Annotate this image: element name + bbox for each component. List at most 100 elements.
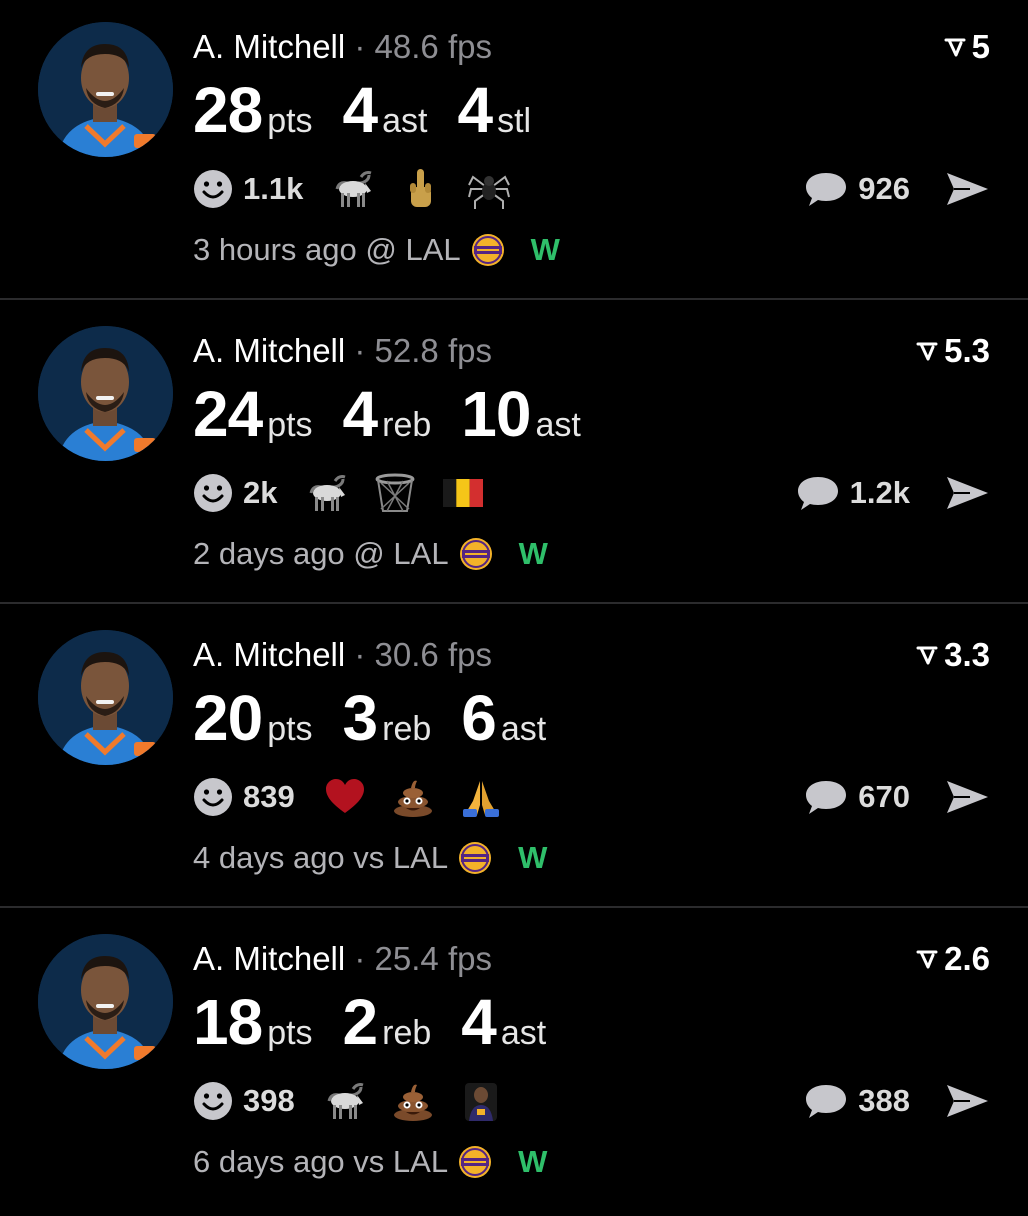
spider-emoji[interactable] (467, 167, 511, 211)
comment-icon[interactable] (804, 1081, 848, 1121)
comment-count[interactable]: 926 (858, 171, 910, 207)
player-avatar[interactable] (38, 22, 173, 157)
smiley-icon[interactable] (193, 777, 233, 817)
opponent-name: LAL (392, 1144, 449, 1179)
share-icon[interactable] (944, 169, 990, 209)
share-icon[interactable] (944, 777, 990, 817)
stat-unit: ast (382, 102, 428, 140)
share-icon[interactable] (944, 1081, 990, 1121)
stat-value: 4 (342, 74, 379, 146)
comment-bar: 926 (804, 164, 990, 214)
stat-value: 4 (461, 986, 497, 1058)
stat-value: 24 (193, 378, 263, 450)
player-avatar[interactable] (38, 630, 173, 765)
rating-badge[interactable]: 5.3 (916, 331, 990, 371)
comment-bar: 388 (804, 1076, 990, 1126)
player-name[interactable]: A. Mitchell (193, 332, 345, 369)
game-post[interactable]: A. Mitchell · 52.8 fps 5.3 24 pts 4 reb 10… (0, 304, 1028, 608)
game-post[interactable]: A. Mitchell · 25.4 fps 2.6 18 pts 2 reb 4a… (0, 912, 1028, 1216)
comment-icon[interactable] (796, 473, 840, 513)
reaction-count[interactable]: 839 (243, 779, 295, 815)
lakers-logo-icon (459, 1146, 492, 1178)
post-header: A. Mitchell · 30.6 fps (193, 635, 492, 675)
game-info[interactable]: 4 days ago vs LAL W (193, 838, 547, 878)
player-image-emoji[interactable] (459, 1079, 503, 1123)
game-info[interactable]: 3 hours ago @ LAL W (193, 230, 560, 270)
stat-unit: pts (267, 102, 313, 140)
game-post[interactable]: A. Mitchell · 48.6 fps 5 28 pts 4 ast 4 stl… (0, 0, 1028, 304)
share-icon[interactable] (944, 473, 990, 513)
game-result: W (530, 232, 560, 267)
game-feed: A. Mitchell · 48.6 fps 5 28 pts 4 ast 4 stl… (0, 0, 1028, 1200)
rating-value: 5 (971, 28, 990, 65)
separator-dot: · (345, 332, 375, 369)
comment-count[interactable]: 388 (858, 1083, 910, 1119)
separator-dot: · (345, 636, 375, 673)
rating-value: 5.3 (944, 332, 990, 369)
stat-unit: ast (500, 1014, 547, 1052)
separator-dot: · (345, 28, 375, 65)
player-avatar[interactable] (38, 934, 173, 1069)
comment-count[interactable]: 670 (858, 779, 910, 815)
stat-unit: stl (497, 102, 532, 140)
reaction-count[interactable]: 2k (243, 475, 277, 511)
game-post[interactable]: A. Mitchell · 30.6 fps 3.3 20 pts 3 reb 6a… (0, 608, 1028, 912)
rating-badge[interactable]: 5 (944, 27, 990, 67)
fps-value: 48.6 fps (374, 28, 492, 65)
stat-value: 4 (457, 74, 494, 146)
player-name[interactable]: A. Mitchell (193, 28, 345, 65)
time-ago: 3 hours ago (193, 232, 357, 267)
comment-icon[interactable] (804, 169, 848, 209)
rating-value: 3.3 (944, 636, 990, 673)
rating-value: 2.6 (944, 940, 990, 977)
player-name[interactable]: A. Mitchell (193, 636, 345, 673)
smiley-icon[interactable] (193, 1081, 233, 1121)
middle-finger-emoji[interactable] (399, 167, 443, 211)
stat-unit: pts (267, 1014, 313, 1052)
game-result: W (518, 840, 548, 875)
game-info[interactable]: 6 days ago vs LAL W (193, 1142, 547, 1182)
stat-unit: ast (500, 710, 547, 748)
game-result: W (518, 536, 548, 571)
rating-badge[interactable]: 2.6 (916, 939, 990, 979)
poop-emoji[interactable] (391, 1079, 435, 1123)
fps-value: 30.6 fps (374, 636, 492, 673)
poop-emoji[interactable] (391, 775, 435, 819)
basketball-hoop-emoji[interactable] (373, 471, 417, 515)
comment-count[interactable]: 1.2k (850, 475, 910, 511)
goat-emoji[interactable] (305, 471, 349, 515)
belgium-flag-emoji[interactable] (441, 471, 485, 515)
smiley-icon[interactable] (193, 169, 233, 209)
lakers-logo-icon (459, 842, 492, 874)
slingshot-icon (944, 38, 966, 57)
smiley-icon[interactable] (193, 473, 233, 513)
praying-hands-emoji[interactable] (459, 775, 503, 819)
game-info[interactable]: 2 days ago @ LAL W (193, 534, 548, 574)
comment-icon[interactable] (804, 777, 848, 817)
slingshot-icon (916, 646, 938, 665)
comment-bar: 670 (804, 772, 990, 822)
post-header: A. Mitchell · 48.6 fps (193, 27, 492, 67)
reaction-bar: 839 (193, 772, 527, 822)
post-header: A. Mitchell · 52.8 fps (193, 331, 492, 371)
stat-value: 4 (342, 378, 379, 450)
stat-unit: pts (267, 406, 313, 444)
opponent-name: LAL (393, 536, 449, 571)
fps-value: 25.4 fps (374, 940, 492, 977)
goat-emoji[interactable] (331, 167, 375, 211)
comment-bar: 1.2k (796, 468, 990, 518)
venue-indicator: @ (365, 232, 397, 267)
stat-value: 6 (461, 682, 497, 754)
opponent-name: LAL (392, 840, 449, 875)
player-name[interactable]: A. Mitchell (193, 940, 345, 977)
stat-unit: reb (382, 710, 432, 748)
reaction-count[interactable]: 1.1k (243, 171, 303, 207)
red-heart-emoji[interactable] (323, 775, 367, 819)
goat-emoji[interactable] (323, 1079, 367, 1123)
reaction-count[interactable]: 398 (243, 1083, 295, 1119)
player-avatar[interactable] (38, 326, 173, 461)
rating-badge[interactable]: 3.3 (916, 635, 990, 675)
stat-value: 28 (193, 74, 263, 146)
venue-indicator: vs (353, 1144, 385, 1179)
reaction-bar: 2k (193, 468, 509, 518)
